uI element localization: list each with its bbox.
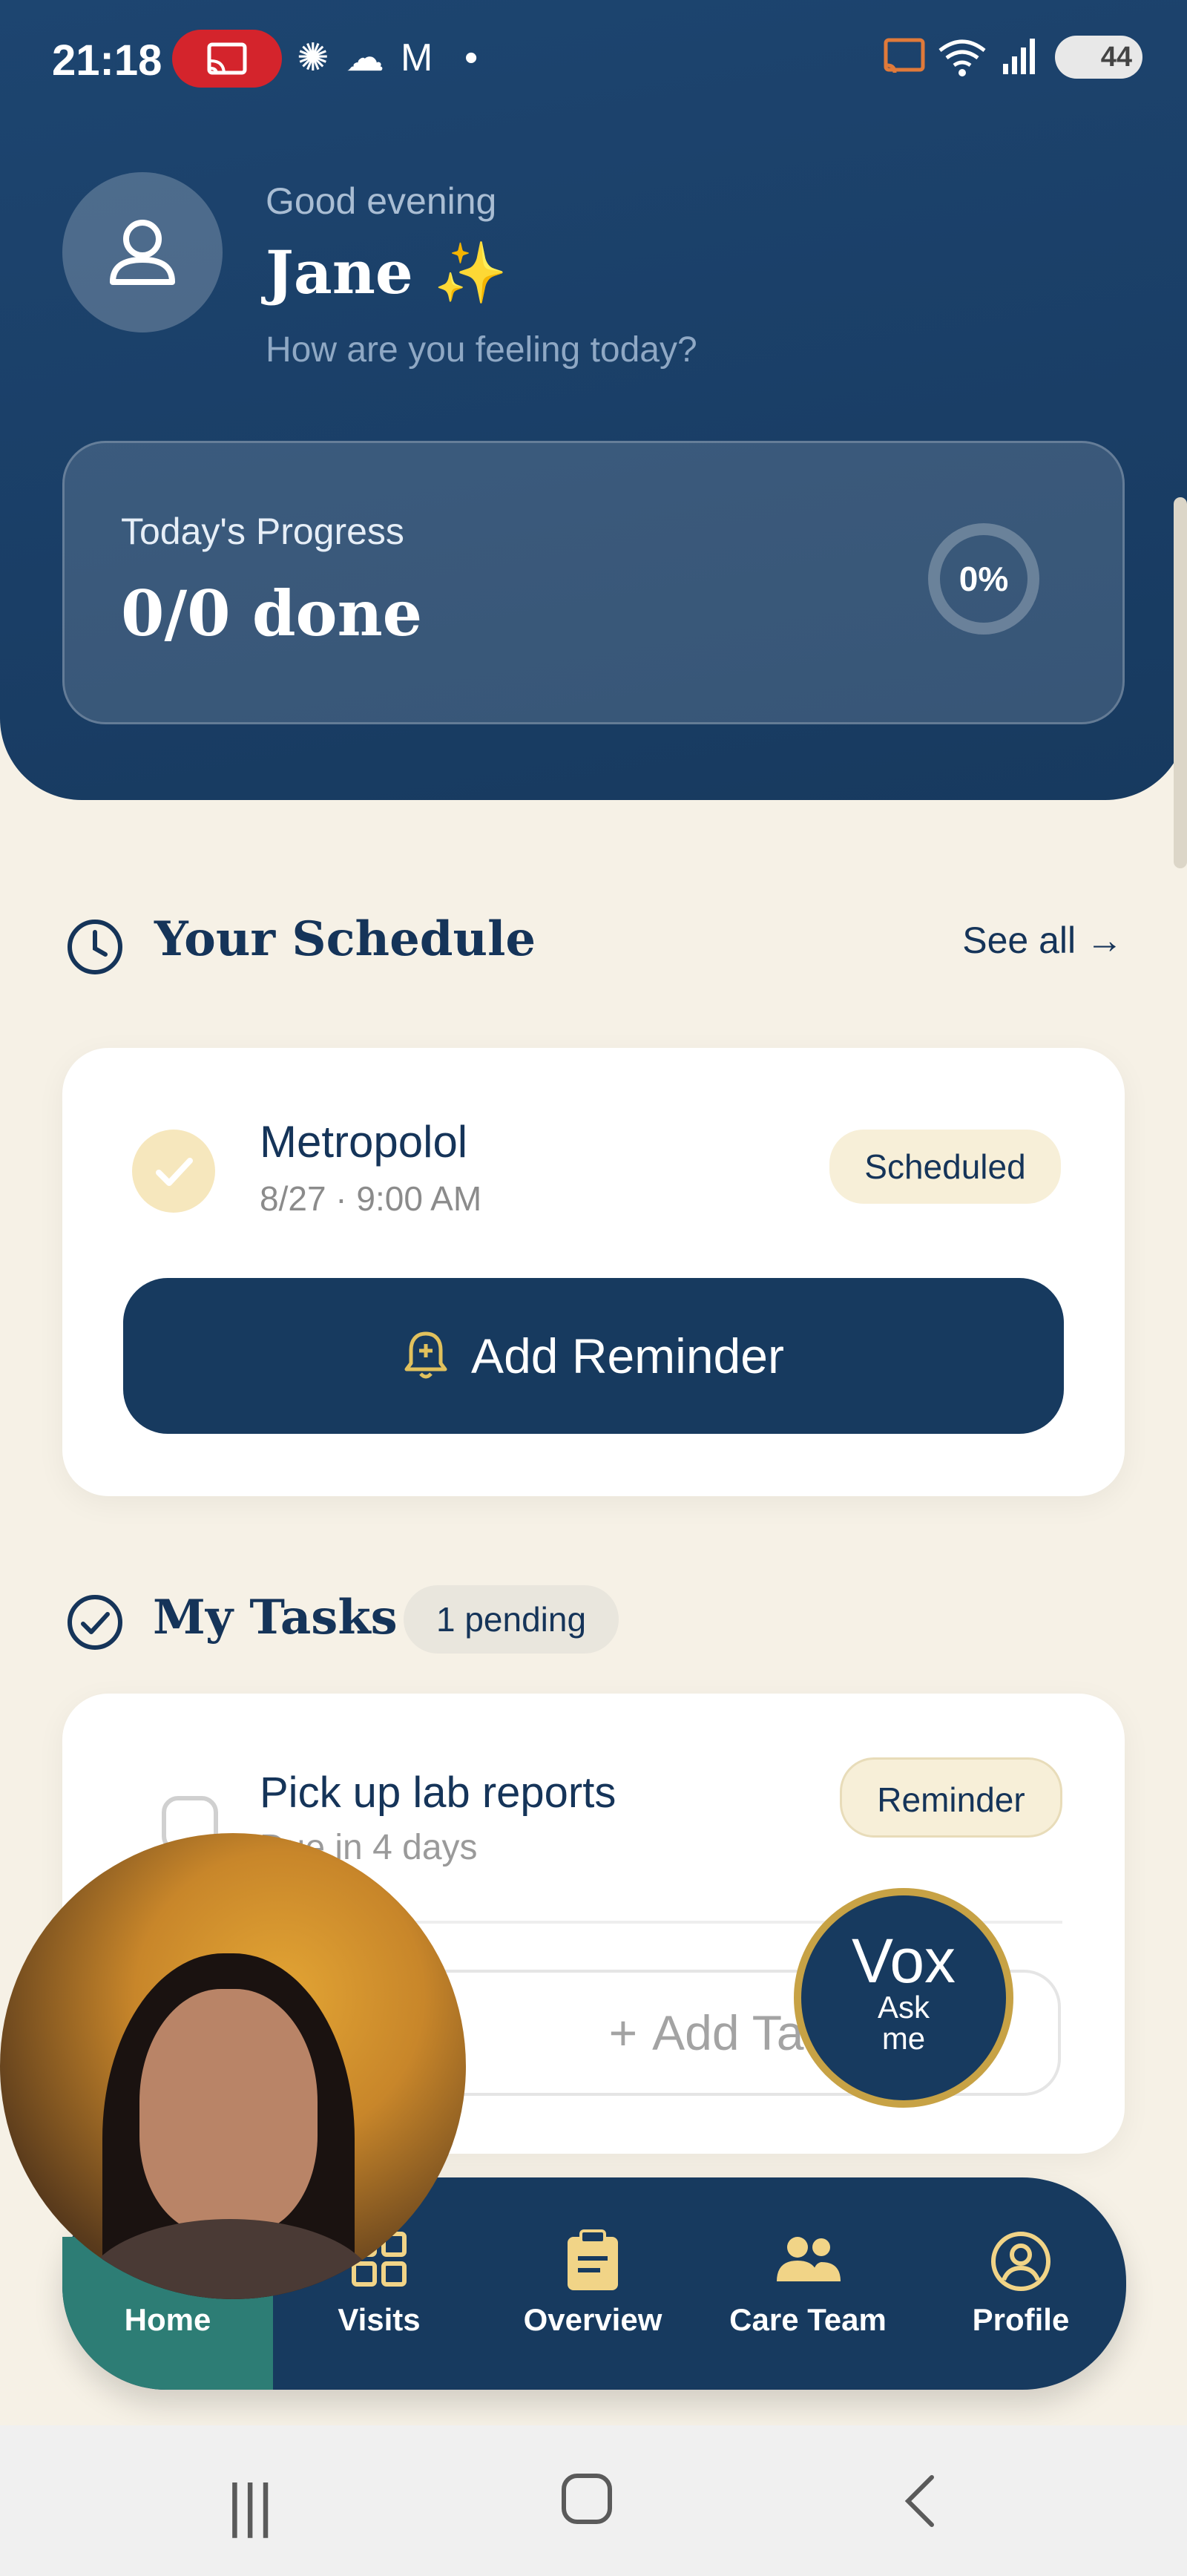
plus-icon: +: [608, 2005, 638, 2060]
vox-assistant-button[interactable]: Vox Ask me: [794, 1888, 1013, 2108]
nav-home-label: Home: [124, 2302, 211, 2337]
medication-check[interactable]: [132, 1130, 215, 1213]
system-nav-bar: |||: [0, 2425, 1187, 2576]
home-system-icon[interactable]: [559, 2471, 614, 2540]
screen-cast-indicator[interactable]: [172, 30, 282, 88]
recents-icon[interactable]: |||: [227, 2471, 273, 2540]
profile-circle-icon: [915, 2229, 1126, 2307]
nav-overview[interactable]: Overview: [485, 2177, 700, 2390]
bell-plus-icon: [404, 1331, 447, 1379]
nav-visits-label: Visits: [338, 2302, 421, 2337]
checkmark-icon: [156, 1158, 193, 1186]
task-check-icon: [65, 1593, 125, 1656]
task-title: Pick up lab reports: [260, 1769, 616, 1817]
nav-profile-label: Profile: [972, 2302, 1070, 2337]
vox-subtitle-line1: Ask: [877, 1990, 930, 2025]
tasks-title: My Tasks: [153, 1590, 398, 1645]
progress-card[interactable]: Today's Progress 0/0 done 0%: [62, 441, 1125, 724]
status-bar: 21:18 ✺ ☁ M • 44: [0, 30, 1187, 96]
medication-datetime: 8/27 · 9:00 AM: [260, 1179, 482, 1218]
status-badge: Scheduled: [829, 1130, 1061, 1204]
vox-title: Vox: [851, 1926, 956, 1996]
gmail-icon: M: [401, 36, 433, 79]
battery-indicator: 44: [1055, 36, 1142, 79]
medication-name: Metropolol: [260, 1117, 468, 1167]
clipboard-icon: [485, 2229, 700, 2307]
progress-ring: 0%: [928, 523, 1039, 635]
greeting-text: Good evening: [266, 180, 497, 222]
progress-label: Today's Progress: [121, 511, 404, 552]
greeting-subtitle: How are you feeling today?: [266, 330, 697, 370]
nav-profile[interactable]: Profile: [915, 2177, 1126, 2390]
schedule-title: Your Schedule: [154, 911, 536, 967]
back-icon[interactable]: [898, 2471, 942, 2545]
people-icon: [700, 2229, 915, 2303]
cast-icon: [881, 36, 927, 87]
user-name: Jane ✨: [266, 237, 508, 307]
status-time: 21:18: [52, 36, 162, 85]
add-reminder-label: Add Reminder: [471, 1328, 784, 1383]
pending-badge: 1 pending: [404, 1585, 619, 1654]
see-all-link[interactable]: See all →: [962, 919, 1123, 962]
sun-icon: ✺: [297, 36, 329, 79]
header: 21:18 ✺ ☁ M • 44 Good evening Jane ✨ How…: [0, 0, 1187, 800]
task-tag-badge: Reminder: [840, 1757, 1062, 1838]
nav-care-team[interactable]: Care Team: [700, 2177, 915, 2390]
dot-icon: •: [464, 36, 479, 79]
person-face: [139, 1989, 318, 2234]
signal-icon: [1000, 36, 1037, 87]
vox-subtitle-line2: me: [881, 2021, 926, 2056]
schedule-card: Metropolol 8/27 · 9:00 AM Scheduled Add …: [62, 1048, 1125, 1496]
wifi-icon: [936, 36, 988, 87]
progress-value: 0/0 done: [121, 577, 423, 650]
avatar[interactable]: [62, 172, 223, 332]
user-icon: [110, 220, 175, 285]
scrollbar[interactable]: [1174, 497, 1187, 868]
video-call-bubble[interactable]: [0, 1833, 466, 2299]
cloud-icon: ☁: [346, 36, 384, 79]
add-reminder-button[interactable]: Add Reminder: [123, 1278, 1064, 1434]
nav-overview-label: Overview: [523, 2302, 662, 2337]
clock-icon: [65, 917, 125, 980]
nav-care-team-label: Care Team: [729, 2302, 887, 2337]
